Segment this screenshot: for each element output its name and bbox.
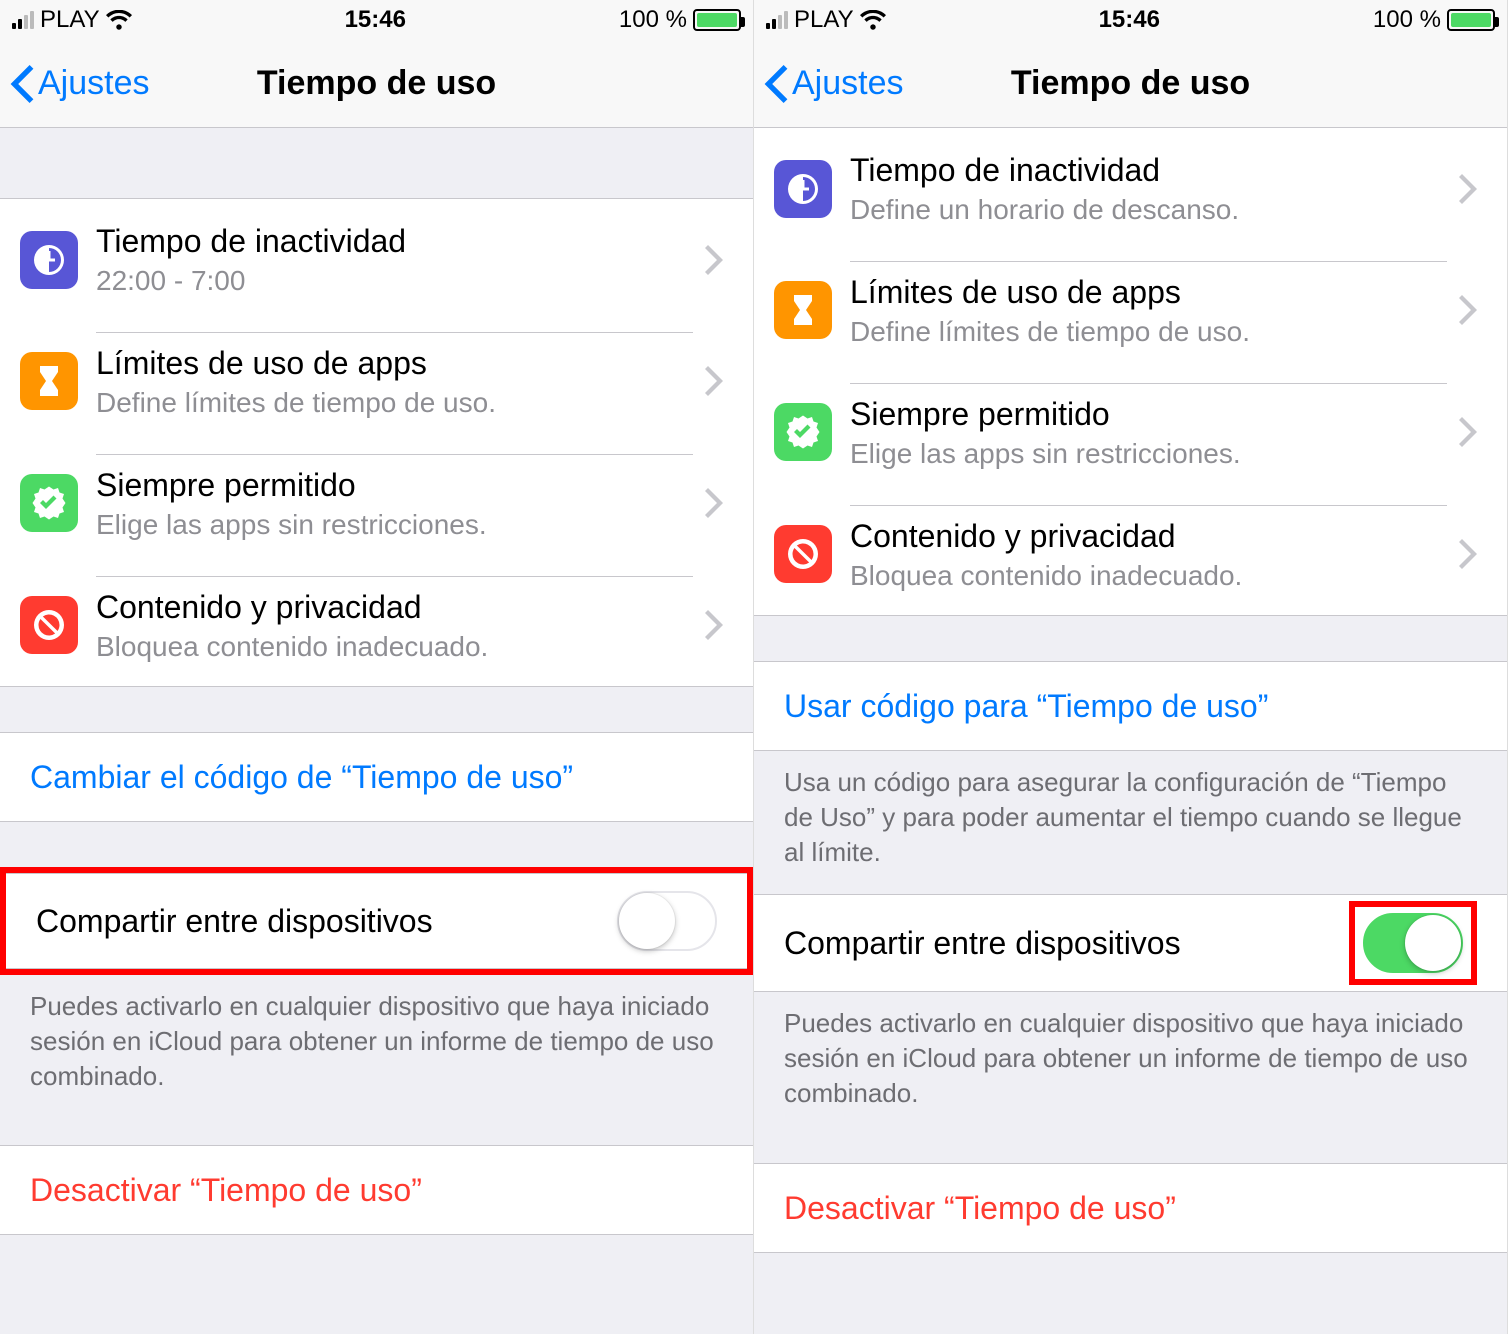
row-sub: Elige las apps sin restricciones. [850, 436, 1447, 471]
row-share-devices[interactable]: Compartir entre dispositivos [754, 895, 1507, 991]
group-use-code: Usar código para “Tiempo de uso” [754, 661, 1507, 751]
carrier-label: PLAY [794, 6, 854, 34]
row-sub: Bloquea contenido inadecuado. [850, 558, 1447, 593]
status-time: 15:46 [1099, 6, 1160, 34]
battery-percent: 100 % [619, 6, 687, 34]
chevron-right-icon [693, 488, 723, 518]
share-toggle[interactable] [617, 891, 717, 951]
section-spacer [0, 687, 753, 732]
section-spacer [754, 616, 1507, 661]
row-always-allowed[interactable]: Siempre permitido Elige las apps sin res… [0, 442, 753, 564]
status-bar: PLAY 15:46 100 % [0, 0, 753, 40]
row-content-privacy[interactable]: Contenido y privacidad Bloquea contenido… [0, 564, 753, 686]
chevron-right-icon [1447, 174, 1477, 204]
row-title: Siempre permitido [96, 465, 693, 505]
link-label: Desactivar “Tiempo de uso” [30, 1170, 422, 1210]
battery-icon [693, 9, 741, 31]
row-downtime[interactable]: Tiempo de inactividad 22:00 - 7:00 [0, 199, 753, 320]
settings-group-main: Tiempo de inactividad Define un horario … [754, 128, 1507, 616]
section-spacer [754, 1118, 1507, 1163]
status-left: PLAY [766, 6, 886, 34]
row-title: Tiempo de inactividad [850, 150, 1447, 190]
share-toggle[interactable] [1363, 913, 1463, 973]
row-always-allowed[interactable]: Siempre permitido Elige las apps sin res… [754, 371, 1507, 493]
row-sub: Elige las apps sin restricciones. [96, 507, 693, 542]
row-sub: Define límites de tiempo de uso. [96, 385, 693, 420]
row-share-devices[interactable]: Compartir entre dispositivos [6, 873, 747, 969]
chevron-right-icon [1447, 417, 1477, 447]
checkbadge-icon [774, 403, 832, 461]
share-label: Compartir entre dispositivos [36, 901, 433, 941]
downtime-icon [774, 160, 832, 218]
section-spacer [0, 1100, 753, 1145]
disable-screentime-button[interactable]: Desactivar “Tiempo de uso” [754, 1164, 1507, 1252]
section-spacer [754, 876, 1507, 894]
row-title: Tiempo de inactividad [96, 221, 693, 261]
row-title: Contenido y privacidad [96, 587, 693, 627]
share-footer: Puedes activarlo en cualquier dispositiv… [0, 975, 753, 1100]
chevron-right-icon [693, 610, 723, 640]
back-button[interactable]: Ajustes [764, 64, 904, 103]
section-spacer [0, 822, 753, 867]
row-downtime[interactable]: Tiempo de inactividad Define un horario … [754, 128, 1507, 249]
row-sub: Define límites de tiempo de uso. [850, 314, 1447, 349]
downtime-icon [20, 231, 78, 289]
disable-screentime-button[interactable]: Desactivar “Tiempo de uso” [0, 1146, 753, 1234]
checkbadge-icon [20, 474, 78, 532]
nosign-icon [20, 596, 78, 654]
change-code-button[interactable]: Cambiar el código de “Tiempo de uso” [0, 733, 753, 821]
wifi-icon [860, 10, 886, 30]
settings-group-main: Tiempo de inactividad 22:00 - 7:00 Límit… [0, 198, 753, 687]
chevron-right-icon [1447, 539, 1477, 569]
battery-percent: 100 % [1373, 6, 1441, 34]
section-spacer [0, 128, 753, 198]
hourglass-icon [774, 281, 832, 339]
back-label: Ajustes [38, 64, 150, 103]
group-share: Compartir entre dispositivos [754, 894, 1507, 992]
status-right: 100 % [619, 6, 741, 34]
phone-right: PLAY 15:46 100 % Ajustes Tiempo de uso T… [754, 0, 1508, 1334]
phone-left: PLAY 15:46 100 % Ajustes Tiempo de uso T… [0, 0, 754, 1334]
status-left: PLAY [12, 6, 132, 34]
status-bar: PLAY 15:46 100 % [754, 0, 1507, 40]
chevron-right-icon [693, 245, 723, 275]
group-disable: Desactivar “Tiempo de uso” [754, 1163, 1507, 1253]
back-button[interactable]: Ajustes [10, 64, 150, 103]
group-disable: Desactivar “Tiempo de uso” [0, 1145, 753, 1235]
nav-bar: Ajustes Tiempo de uso [754, 40, 1507, 128]
use-code-footer: Usa un código para asegurar la configura… [754, 751, 1507, 876]
row-title: Límites de uso de apps [96, 343, 693, 383]
back-label: Ajustes [792, 64, 904, 103]
row-sub: Bloquea contenido inadecuado. [96, 629, 693, 664]
link-label: Usar código para “Tiempo de uso” [784, 686, 1268, 726]
highlight-share-off: Compartir entre dispositivos [0, 867, 753, 975]
carrier-label: PLAY [40, 6, 100, 34]
status-right: 100 % [1373, 6, 1495, 34]
row-title: Límites de uso de apps [850, 272, 1447, 312]
share-footer: Puedes activarlo en cualquier dispositiv… [754, 992, 1507, 1117]
link-label: Cambiar el código de “Tiempo de uso” [30, 757, 573, 797]
row-title: Siempre permitido [850, 394, 1447, 434]
row-sub: Define un horario de descanso. [850, 192, 1447, 227]
row-sub: 22:00 - 7:00 [96, 263, 693, 298]
group-change-code: Cambiar el código de “Tiempo de uso” [0, 732, 753, 822]
signal-icon [766, 11, 788, 29]
row-content-privacy[interactable]: Contenido y privacidad Bloquea contenido… [754, 493, 1507, 615]
hourglass-icon [20, 352, 78, 410]
status-time: 15:46 [345, 6, 406, 34]
use-code-button[interactable]: Usar código para “Tiempo de uso” [754, 662, 1507, 750]
row-app-limits[interactable]: Límites de uso de apps Define límites de… [754, 249, 1507, 371]
nav-bar: Ajustes Tiempo de uso [0, 40, 753, 128]
battery-icon [1447, 9, 1495, 31]
share-label: Compartir entre dispositivos [784, 923, 1181, 963]
chevron-right-icon [693, 366, 723, 396]
row-title: Contenido y privacidad [850, 516, 1447, 556]
highlight-share-on [1349, 901, 1477, 985]
signal-icon [12, 11, 34, 29]
wifi-icon [106, 10, 132, 30]
link-label: Desactivar “Tiempo de uso” [784, 1188, 1176, 1228]
row-app-limits[interactable]: Límites de uso de apps Define límites de… [0, 320, 753, 442]
nosign-icon [774, 525, 832, 583]
chevron-right-icon [1447, 295, 1477, 325]
